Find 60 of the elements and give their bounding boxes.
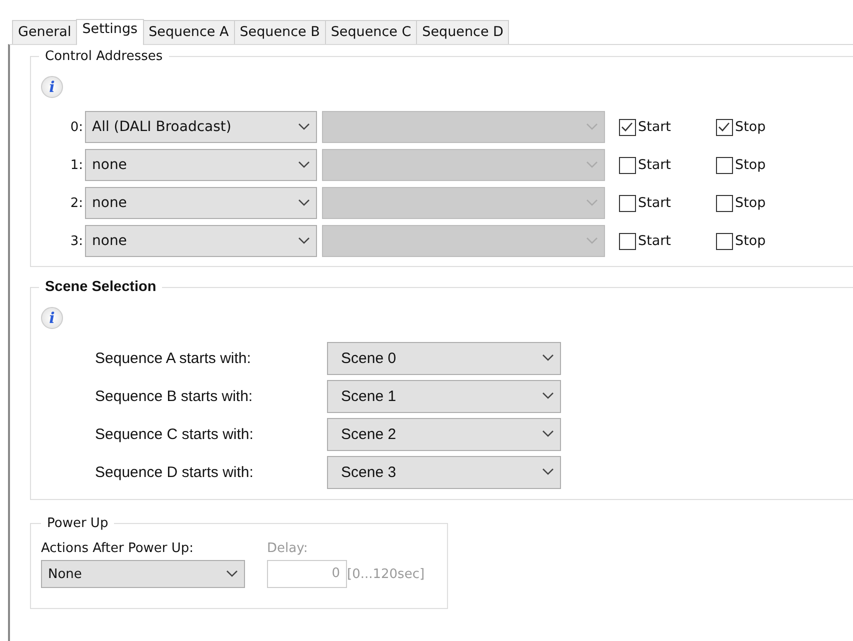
checkbox-label: Stop <box>735 195 766 211</box>
checkbox[interactable] <box>619 156 636 174</box>
tab[interactable]: General <box>12 20 78 44</box>
checkbox[interactable] <box>619 118 636 136</box>
group-title: Control Addresses <box>44 49 164 64</box>
row-index: 3: <box>69 234 83 248</box>
chevron-down-icon <box>542 430 554 438</box>
address-dropdown[interactable]: none <box>85 225 317 257</box>
info-icon[interactable]: i <box>41 307 63 329</box>
tab[interactable]: Settings <box>76 19 144 45</box>
row-index: 1: <box>69 158 83 172</box>
checkbox-label: Start <box>638 119 671 135</box>
checkbox[interactable] <box>716 118 733 136</box>
group-title: Power Up <box>46 516 110 531</box>
address-dropdown[interactable]: none <box>85 187 317 219</box>
chevron-down-icon <box>542 392 554 400</box>
chevron-down-icon <box>586 199 598 207</box>
checkbox[interactable] <box>619 194 636 212</box>
scene-dropdown[interactable]: Scene 1 <box>327 380 561 412</box>
action-dropdown[interactable]: None <box>41 560 245 588</box>
scene-dropdown[interactable]: Scene 0 <box>327 342 561 374</box>
chevron-down-icon <box>586 161 598 169</box>
row-index: 0: <box>69 120 83 134</box>
checkbox[interactable] <box>619 232 636 250</box>
checkbox[interactable] <box>716 156 733 174</box>
address-dropdown[interactable]: All (DALI Broadcast) <box>85 111 317 143</box>
chevron-down-icon <box>586 123 598 131</box>
checkbox[interactable] <box>716 194 733 212</box>
checkbox-label: Stop <box>735 233 766 249</box>
tab[interactable]: Sequence D <box>416 20 510 44</box>
range-hint: [0...120sec] <box>347 566 426 582</box>
group-title: Scene Selection <box>44 279 158 295</box>
checkbox[interactable] <box>716 232 733 250</box>
chevron-down-icon <box>298 123 310 131</box>
field-label: Sequence A starts with: <box>95 350 252 366</box>
field-label: Sequence C starts with: <box>95 426 254 442</box>
checkbox-label: Stop <box>735 119 766 135</box>
chevron-down-icon <box>542 354 554 362</box>
field-label: Sequence D starts with: <box>95 464 254 480</box>
field-label: Delay: <box>267 541 309 556</box>
field-label: Sequence B starts with: <box>95 388 254 404</box>
checkbox-label: Stop <box>735 157 766 173</box>
checkbox-label: Start <box>638 233 671 249</box>
chevron-down-icon <box>298 199 310 207</box>
chevron-down-icon <box>298 161 310 169</box>
row-index: 2: <box>69 196 83 210</box>
chevron-down-icon <box>226 570 238 578</box>
checkbox-label: Start <box>638 195 671 211</box>
field-label: Actions After Power Up: <box>41 541 195 556</box>
info-icon[interactable]: i <box>41 76 63 98</box>
tab[interactable]: Sequence C <box>324 20 418 44</box>
scene-dropdown[interactable]: Scene 3 <box>327 456 561 488</box>
scene-dropdown[interactable]: Scene 2 <box>327 418 561 450</box>
tab[interactable]: Sequence B <box>234 20 326 44</box>
tab[interactable]: Sequence A <box>142 20 235 44</box>
chevron-down-icon <box>542 468 554 476</box>
address-dropdown[interactable]: none <box>85 149 317 181</box>
chevron-down-icon <box>586 237 598 245</box>
chevron-down-icon <box>298 237 310 245</box>
checkbox-label: Start <box>638 157 671 173</box>
